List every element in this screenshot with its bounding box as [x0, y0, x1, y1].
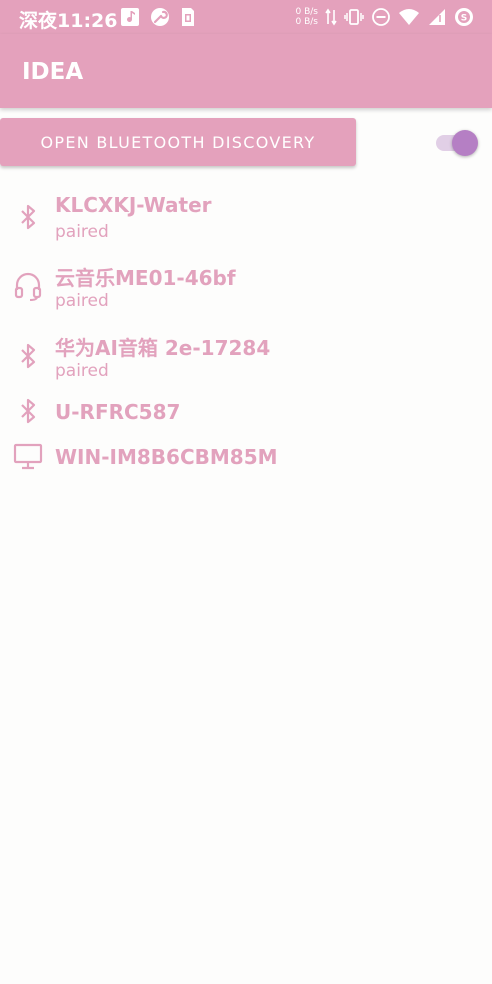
device-status: paired [55, 361, 109, 381]
device-status: paired [55, 222, 109, 242]
music-note-icon [121, 8, 139, 26]
bluetooth-icon [21, 343, 36, 369]
wrench-icon [151, 8, 169, 26]
list-item-device[interactable]: KLCXKJ-Water paired [0, 182, 492, 246]
bluetooth-toggle-switch[interactable] [436, 130, 480, 156]
svg-text:S: S [461, 14, 467, 24]
open-bluetooth-discovery-button[interactable]: OPEN BLUETOOTH DISCOVERY [0, 118, 356, 166]
status-bar: 深夜11:26 0 B/s 0 B/s S [0, 0, 492, 34]
status-right-icons: 0 B/s 0 B/s S [296, 4, 474, 30]
device-name: KLCXKJ-Water [55, 193, 212, 217]
bluetooth-icon [21, 398, 36, 424]
device-name: WIN-IM8B6CBM85M [55, 445, 278, 469]
app-bar: IDEA [0, 34, 492, 108]
list-item-device[interactable]: WIN-IM8B6CBM85M [0, 438, 492, 474]
computer-icon [13, 443, 43, 470]
bluetooth-icon [21, 204, 36, 230]
speed-up-text: 0 B/s [295, 7, 318, 17]
sim-card-icon [182, 8, 194, 26]
list-item-device[interactable]: 华为AI音箱 2e-17284 paired [0, 321, 492, 385]
speed-down-text: 0 B/s [295, 17, 318, 27]
device-name: 云音乐ME01-46bf [55, 266, 236, 290]
headset-icon [14, 272, 42, 301]
device-status: paired [55, 291, 109, 311]
device-name: U-RFRC587 [55, 400, 181, 424]
page-title: IDEA [22, 59, 84, 85]
device-name: 华为AI音箱 2e-17284 [55, 336, 271, 360]
data-arrows-icon [325, 8, 337, 26]
network-speed: 0 B/s 0 B/s [296, 7, 318, 27]
list-item-device[interactable]: U-RFRC587 [0, 393, 492, 429]
do-not-disturb-icon [372, 8, 390, 26]
status-time: 深夜11:26 [19, 10, 118, 32]
cellular-signal-icon [429, 9, 445, 25]
switch-thumb [452, 130, 478, 156]
wifi-icon [399, 9, 419, 25]
status-left-icons [120, 7, 196, 27]
vibrate-icon [344, 9, 364, 25]
list-item-device[interactable]: 云音乐ME01-46bf paired [0, 252, 492, 316]
battery-saver-icon: S [455, 8, 473, 26]
